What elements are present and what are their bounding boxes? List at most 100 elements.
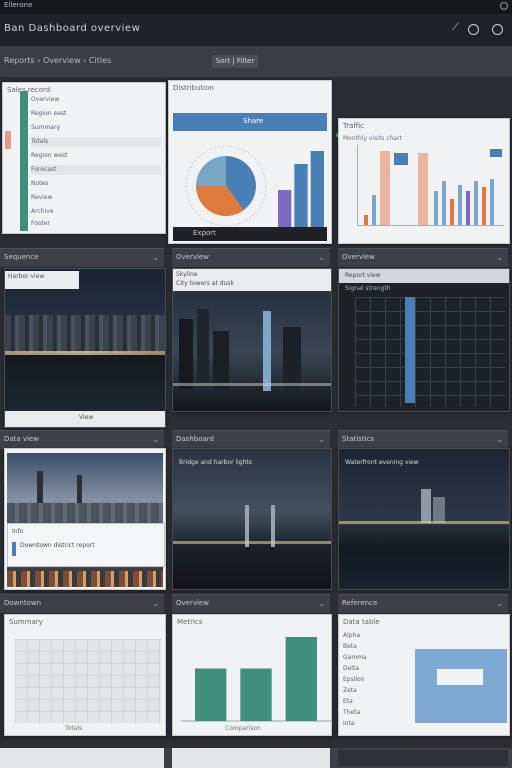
- panel-caption: View: [5, 411, 165, 427]
- list-item[interactable]: Forecast: [31, 165, 161, 175]
- section-header[interactable]: Data view ⌄: [0, 430, 164, 449]
- app-header: Ban Dashboard overview ⟋: [0, 14, 512, 47]
- sort-filter-chip[interactable]: Sort | Filter: [212, 55, 258, 68]
- bridge-photo: Bridge and harbor lights: [173, 449, 331, 589]
- summary-panel: Summary Totals: [4, 614, 166, 736]
- grid-chart: [355, 297, 505, 407]
- panel-subtitle: Monthly visits chart: [343, 135, 402, 142]
- pie-chart: [185, 145, 267, 227]
- chevron-icon: ⌄: [152, 435, 159, 444]
- panel-footer: Export: [173, 227, 327, 241]
- info-panel-waterfront: Waterfront evening view: [338, 448, 510, 590]
- panel-label: Signal strength: [345, 285, 391, 292]
- table-row[interactable]: Alpha: [343, 631, 403, 641]
- table-row[interactable]: Beta: [343, 642, 403, 652]
- row-marker: [5, 131, 11, 149]
- edit-icon[interactable]: ⟋: [452, 23, 460, 33]
- list-item[interactable]: Region east: [31, 109, 161, 119]
- chevron-icon: ⌄: [318, 599, 325, 608]
- photo-label-box: Harbor view: [5, 271, 79, 289]
- page-title: Ban Dashboard overview: [4, 23, 141, 34]
- panel-title: Traffic: [343, 122, 365, 130]
- panel-title: Distribution: [173, 84, 214, 92]
- chevron-icon: ⌄: [496, 599, 503, 608]
- chevron-icon: ⌄: [152, 599, 159, 608]
- section-header[interactable]: Overview ⌄: [172, 248, 330, 267]
- chart-bar: [278, 190, 292, 229]
- list-item[interactable]: Summary: [31, 123, 161, 133]
- section-header[interactable]: Downtown ⌄: [0, 594, 164, 613]
- report-view-panel: Report view Signal strength: [338, 268, 510, 412]
- list-item[interactable]: Archive: [31, 207, 161, 217]
- section-header[interactable]: Overview ⌄: [338, 248, 508, 267]
- bar-chart: [181, 637, 331, 722]
- data-table-panel: Data table Alpha Beta Gamma Delta Epsilo…: [338, 614, 510, 736]
- table-row[interactable]: Delta: [343, 664, 403, 674]
- menu-icon[interactable]: [492, 24, 503, 35]
- chevron-icon: ⌄: [318, 253, 325, 262]
- band-label: Share: [243, 117, 264, 125]
- pie-slice: [196, 156, 226, 186]
- chart-bar: [294, 164, 308, 229]
- section-header[interactable]: Sequence ⌄: [0, 248, 164, 267]
- panel-header-band: Share: [173, 113, 327, 131]
- bar-chart-small: [278, 151, 324, 229]
- panel-title: Metrics: [177, 618, 203, 626]
- settings-icon[interactable]: [468, 24, 479, 35]
- chart-bar: [240, 668, 272, 721]
- info-panel-bridge: Bridge and harbor lights: [172, 448, 332, 590]
- close-icon[interactable]: [500, 2, 508, 10]
- bottom-strip: [0, 748, 512, 768]
- info-panel-downtown: Info Downtown district report: [4, 448, 166, 590]
- chart-bar: [310, 151, 324, 229]
- chevron-icon: ⌄: [318, 435, 325, 444]
- skyline-panel: Skyline City towers at dusk: [172, 268, 332, 412]
- photo-label-box: Report view: [339, 269, 509, 283]
- metrics-panel: Metrics Comparison: [172, 614, 332, 736]
- table-row[interactable]: Theta: [343, 708, 403, 718]
- signal-bar: [405, 297, 415, 403]
- breadcrumb[interactable]: Reports › Overview › Cities: [4, 56, 111, 65]
- sales-record-panel: Sales record Overview Region east Summar…: [2, 82, 166, 234]
- city-photo: [173, 291, 331, 411]
- list-item[interactable]: Totals: [31, 137, 161, 147]
- section-header[interactable]: Overview ⌄: [172, 594, 330, 613]
- table-row[interactable]: Zeta: [343, 686, 403, 696]
- footer-label[interactable]: Export: [193, 229, 216, 237]
- section-header[interactable]: Reference ⌄: [338, 594, 508, 613]
- table-row[interactable]: Epsilon: [343, 675, 403, 685]
- list-item[interactable]: Footer: [31, 219, 161, 229]
- chart-area: [357, 145, 504, 226]
- table-row[interactable]: Iota: [343, 719, 403, 729]
- traffic-panel: Traffic Monthly visits chart: [338, 118, 510, 244]
- window-title: Ellerone: [4, 1, 33, 9]
- section-header[interactable]: Statistics ⌄: [338, 430, 508, 449]
- panel-footer: Totals: [65, 725, 83, 732]
- panel-footer: Comparison: [225, 725, 261, 732]
- panel-title: Summary: [9, 618, 43, 626]
- row-highlight-bar: [20, 91, 28, 231]
- highlight-block: [415, 649, 507, 723]
- photo-label-box: Skyline City towers at dusk: [173, 269, 331, 291]
- info-card[interactable]: Info Downtown district report: [7, 523, 165, 567]
- panel-title: Data table: [343, 618, 380, 626]
- list-item[interactable]: Region west: [31, 151, 161, 161]
- table-row[interactable]: Gamma: [343, 653, 403, 663]
- chevron-icon: ⌄: [152, 253, 159, 262]
- list-item[interactable]: Review: [31, 193, 161, 203]
- harbor-view-panel: Harbor view View: [4, 268, 166, 428]
- distribution-panel: Distribution Share Export: [168, 80, 332, 244]
- waterfront-photo: Waterfront evening view: [339, 449, 509, 589]
- table-row[interactable]: Eta: [343, 697, 403, 707]
- grid-chart: [15, 639, 161, 723]
- city-photo: [5, 269, 165, 411]
- chevron-icon: ⌄: [496, 435, 503, 444]
- toolbar: Reports › Overview › Cities Sort | Filte…: [0, 47, 512, 137]
- window-titlebar: Ellerone: [0, 0, 512, 14]
- list-item[interactable]: Overview: [31, 95, 161, 105]
- chart-bar: [195, 668, 227, 721]
- chevron-icon: ⌄: [496, 253, 503, 262]
- section-header[interactable]: Dashboard ⌄: [172, 430, 330, 449]
- list-item[interactable]: Notes: [31, 179, 161, 189]
- chart-bar: [285, 637, 317, 721]
